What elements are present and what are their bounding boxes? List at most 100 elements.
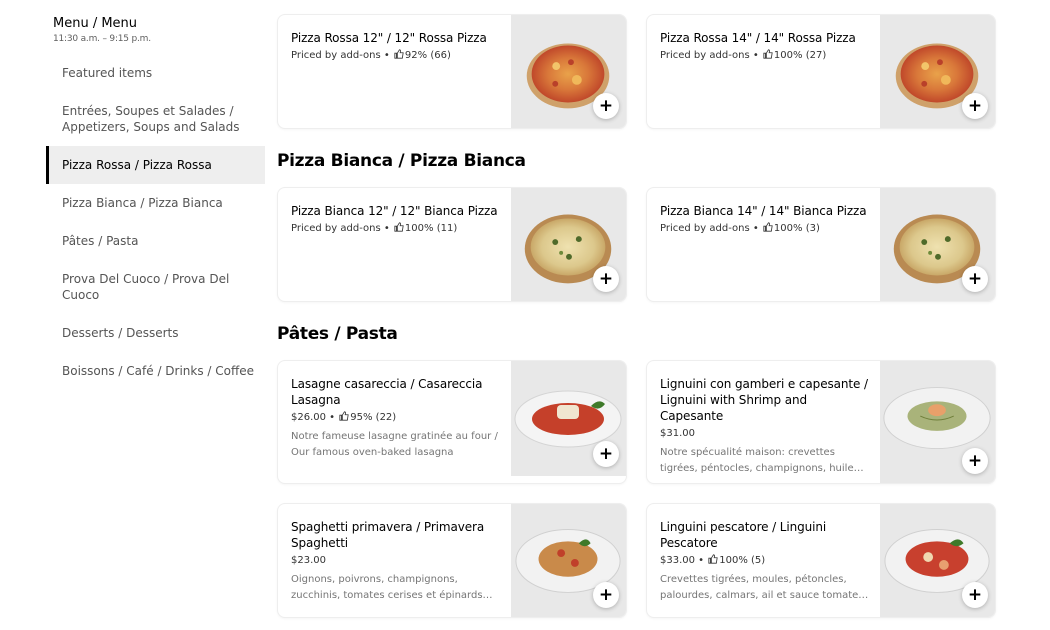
pizza-rossa-image: + — [511, 15, 626, 128]
item-rating: 92% (66) — [404, 50, 451, 61]
item-description: Oignons, poivrons, champignons, zucchini… — [291, 574, 493, 601]
pizza-rossa-image: + — [880, 15, 995, 128]
nav-item-label: Featured items — [62, 66, 153, 80]
add-item-button[interactable]: + — [593, 93, 619, 119]
menu-item-card[interactable]: Pizza Bianca 14" / 14" Bianca Pizza Pric… — [646, 187, 996, 302]
thumbs-up-icon — [394, 222, 404, 232]
separator: • — [380, 223, 393, 234]
add-item-button[interactable]: + — [962, 448, 988, 474]
item-name: Linguini pescatore / Linguini Pescatore — [660, 520, 827, 550]
item-description: Notre spécualité maison: crevettes tigré… — [660, 447, 864, 474]
separator: • — [749, 223, 762, 234]
linguini-shrimp-image: + — [880, 361, 995, 483]
nav-item-pizza-bianca[interactable]: Pizza Bianca / Pizza Bianca — [46, 184, 265, 222]
spaghetti-image: + — [511, 504, 626, 617]
card-info: Lasagne casareccia / Casareccia Lasagna … — [278, 361, 511, 461]
menu-title: Menu / Menu — [53, 16, 138, 31]
item-price: Priced by add-ons — [291, 223, 381, 234]
nav-item-appetizers[interactable]: Entrées, Soupes et Salades / Appetizers,… — [46, 92, 265, 146]
menu-item-card[interactable]: Lasagne casareccia / Casareccia Lasagna … — [277, 360, 627, 484]
item-meta: $23.00 — [291, 554, 503, 568]
thumbs-up-icon — [394, 49, 404, 59]
item-name: Pizza Rossa 12" / 12" Rossa Pizza — [291, 31, 487, 45]
add-item-button[interactable]: + — [593, 441, 619, 467]
item-meta: $31.00 — [660, 427, 872, 441]
menu-item-card[interactable]: Lignuini con gamberi e capesante / Lignu… — [646, 360, 996, 484]
card-info: Linguini pescatore / Linguini Pescatore … — [647, 504, 880, 604]
menu-item-card[interactable]: Pizza Rossa 14" / 14" Rossa Pizza Priced… — [646, 14, 996, 129]
card-info: Pizza Rossa 14" / 14" Rossa Pizza Priced… — [647, 15, 880, 63]
item-description: Notre fameuse lasagne gratinée au four /… — [291, 431, 498, 458]
thumbs-up-icon — [339, 411, 349, 421]
item-price: $33.00 — [660, 555, 695, 566]
item-name: Lignuini con gamberi e capesante / Lignu… — [660, 377, 868, 423]
item-meta: Priced by add-ons • 100% (3) — [660, 222, 872, 236]
card-info: Pizza Bianca 14" / 14" Bianca Pizza Pric… — [647, 188, 880, 236]
item-rating: 100% (27) — [773, 50, 827, 61]
separator: • — [380, 50, 393, 61]
add-item-button[interactable]: + — [593, 582, 619, 608]
section-title-pizza-bianca: Pizza Bianca / Pizza Bianca — [277, 151, 526, 171]
menu-item-card[interactable]: Pizza Bianca 12" / 12" Bianca Pizza Pric… — [277, 187, 627, 302]
item-rating: 100% (11) — [404, 223, 458, 234]
thumbs-up-icon — [708, 554, 718, 564]
item-meta: Priced by add-ons • 100% (11) — [291, 222, 503, 236]
item-meta: Priced by add-ons • 100% (27) — [660, 49, 872, 63]
nav-item-drinks[interactable]: Boissons / Café / Drinks / Coffee — [46, 352, 265, 390]
item-price: Priced by add-ons — [660, 223, 750, 234]
item-price: Priced by add-ons — [291, 50, 381, 61]
card-info: Pizza Rossa 12" / 12" Rossa Pizza Priced… — [278, 15, 511, 63]
nav-item-label: Prova Del Cuoco / Prova Del Cuoco — [62, 272, 230, 302]
nav-item-label: Pâtes / Pasta — [62, 234, 139, 248]
pescatore-image: + — [880, 504, 995, 617]
item-name: Spaghetti primavera / Primavera Spaghett… — [291, 520, 485, 550]
item-name: Lasagne casareccia / Casareccia Lasagna — [291, 377, 483, 407]
item-meta: $26.00 • 95% (22) — [291, 411, 503, 425]
nav-item-label: Pizza Rossa / Pizza Rossa — [62, 158, 212, 172]
item-description: Crevettes tigrées, moules, pétoncles, pa… — [660, 574, 869, 601]
menu-hours: 11:30 a.m. – 9:15 p.m. — [53, 34, 151, 44]
add-item-button[interactable]: + — [593, 266, 619, 292]
category-nav: Featured items Entrées, Soupes et Salade… — [46, 54, 265, 390]
card-info: Pizza Bianca 12" / 12" Bianca Pizza Pric… — [278, 188, 511, 236]
item-meta: $33.00 • 100% (5) — [660, 554, 872, 568]
item-price: Priced by add-ons — [660, 50, 750, 61]
separator: • — [326, 412, 339, 423]
card-info: Spaghetti primavera / Primavera Spaghett… — [278, 504, 511, 604]
item-rating: 100% (3) — [773, 223, 820, 234]
pizza-bianca-image: + — [880, 188, 995, 301]
nav-item-desserts[interactable]: Desserts / Desserts — [46, 314, 265, 352]
card-info: Lignuini con gamberi e capesante / Lignu… — [647, 361, 880, 477]
item-name: Pizza Rossa 14" / 14" Rossa Pizza — [660, 31, 856, 45]
lasagna-image: + — [511, 361, 626, 476]
thumbs-up-icon — [763, 49, 773, 59]
menu-item-card[interactable]: Pizza Rossa 12" / 12" Rossa Pizza Priced… — [277, 14, 627, 129]
item-price: $23.00 — [291, 555, 326, 566]
item-meta: Priced by add-ons • 92% (66) — [291, 49, 503, 63]
add-item-button[interactable]: + — [962, 93, 988, 119]
sidebar: Menu / Menu 11:30 a.m. – 9:15 p.m. Featu… — [46, 0, 265, 390]
nav-item-pizza-rossa[interactable]: Pizza Rossa / Pizza Rossa — [46, 146, 265, 184]
separator: • — [749, 50, 762, 61]
nav-item-label: Desserts / Desserts — [62, 326, 179, 340]
nav-item-label: Pizza Bianca / Pizza Bianca — [62, 196, 223, 210]
add-item-button[interactable]: + — [962, 582, 988, 608]
section-title-pasta: Pâtes / Pasta — [277, 324, 398, 344]
item-name: Pizza Bianca 12" / 12" Bianca Pizza — [291, 204, 498, 218]
nav-item-label: Boissons / Café / Drinks / Coffee — [62, 364, 255, 378]
item-price: $26.00 — [291, 412, 326, 423]
add-item-button[interactable]: + — [962, 266, 988, 292]
item-rating: 95% (22) — [350, 412, 397, 423]
thumbs-up-icon — [763, 222, 773, 232]
item-name: Pizza Bianca 14" / 14" Bianca Pizza — [660, 204, 867, 218]
menu-item-card[interactable]: Spaghetti primavera / Primavera Spaghett… — [277, 503, 627, 618]
nav-item-pasta[interactable]: Pâtes / Pasta — [46, 222, 265, 260]
nav-item-featured[interactable]: Featured items — [46, 54, 265, 92]
nav-item-prova-del-cuoco[interactable]: Prova Del Cuoco / Prova Del Cuoco — [46, 260, 265, 314]
menu-item-card[interactable]: Linguini pescatore / Linguini Pescatore … — [646, 503, 996, 618]
pizza-bianca-image: + — [511, 188, 626, 301]
item-rating: 100% (5) — [719, 555, 766, 566]
menu-header: Menu / Menu 11:30 a.m. – 9:15 p.m. — [46, 0, 265, 46]
separator: • — [695, 555, 708, 566]
item-price: $31.00 — [660, 428, 695, 439]
